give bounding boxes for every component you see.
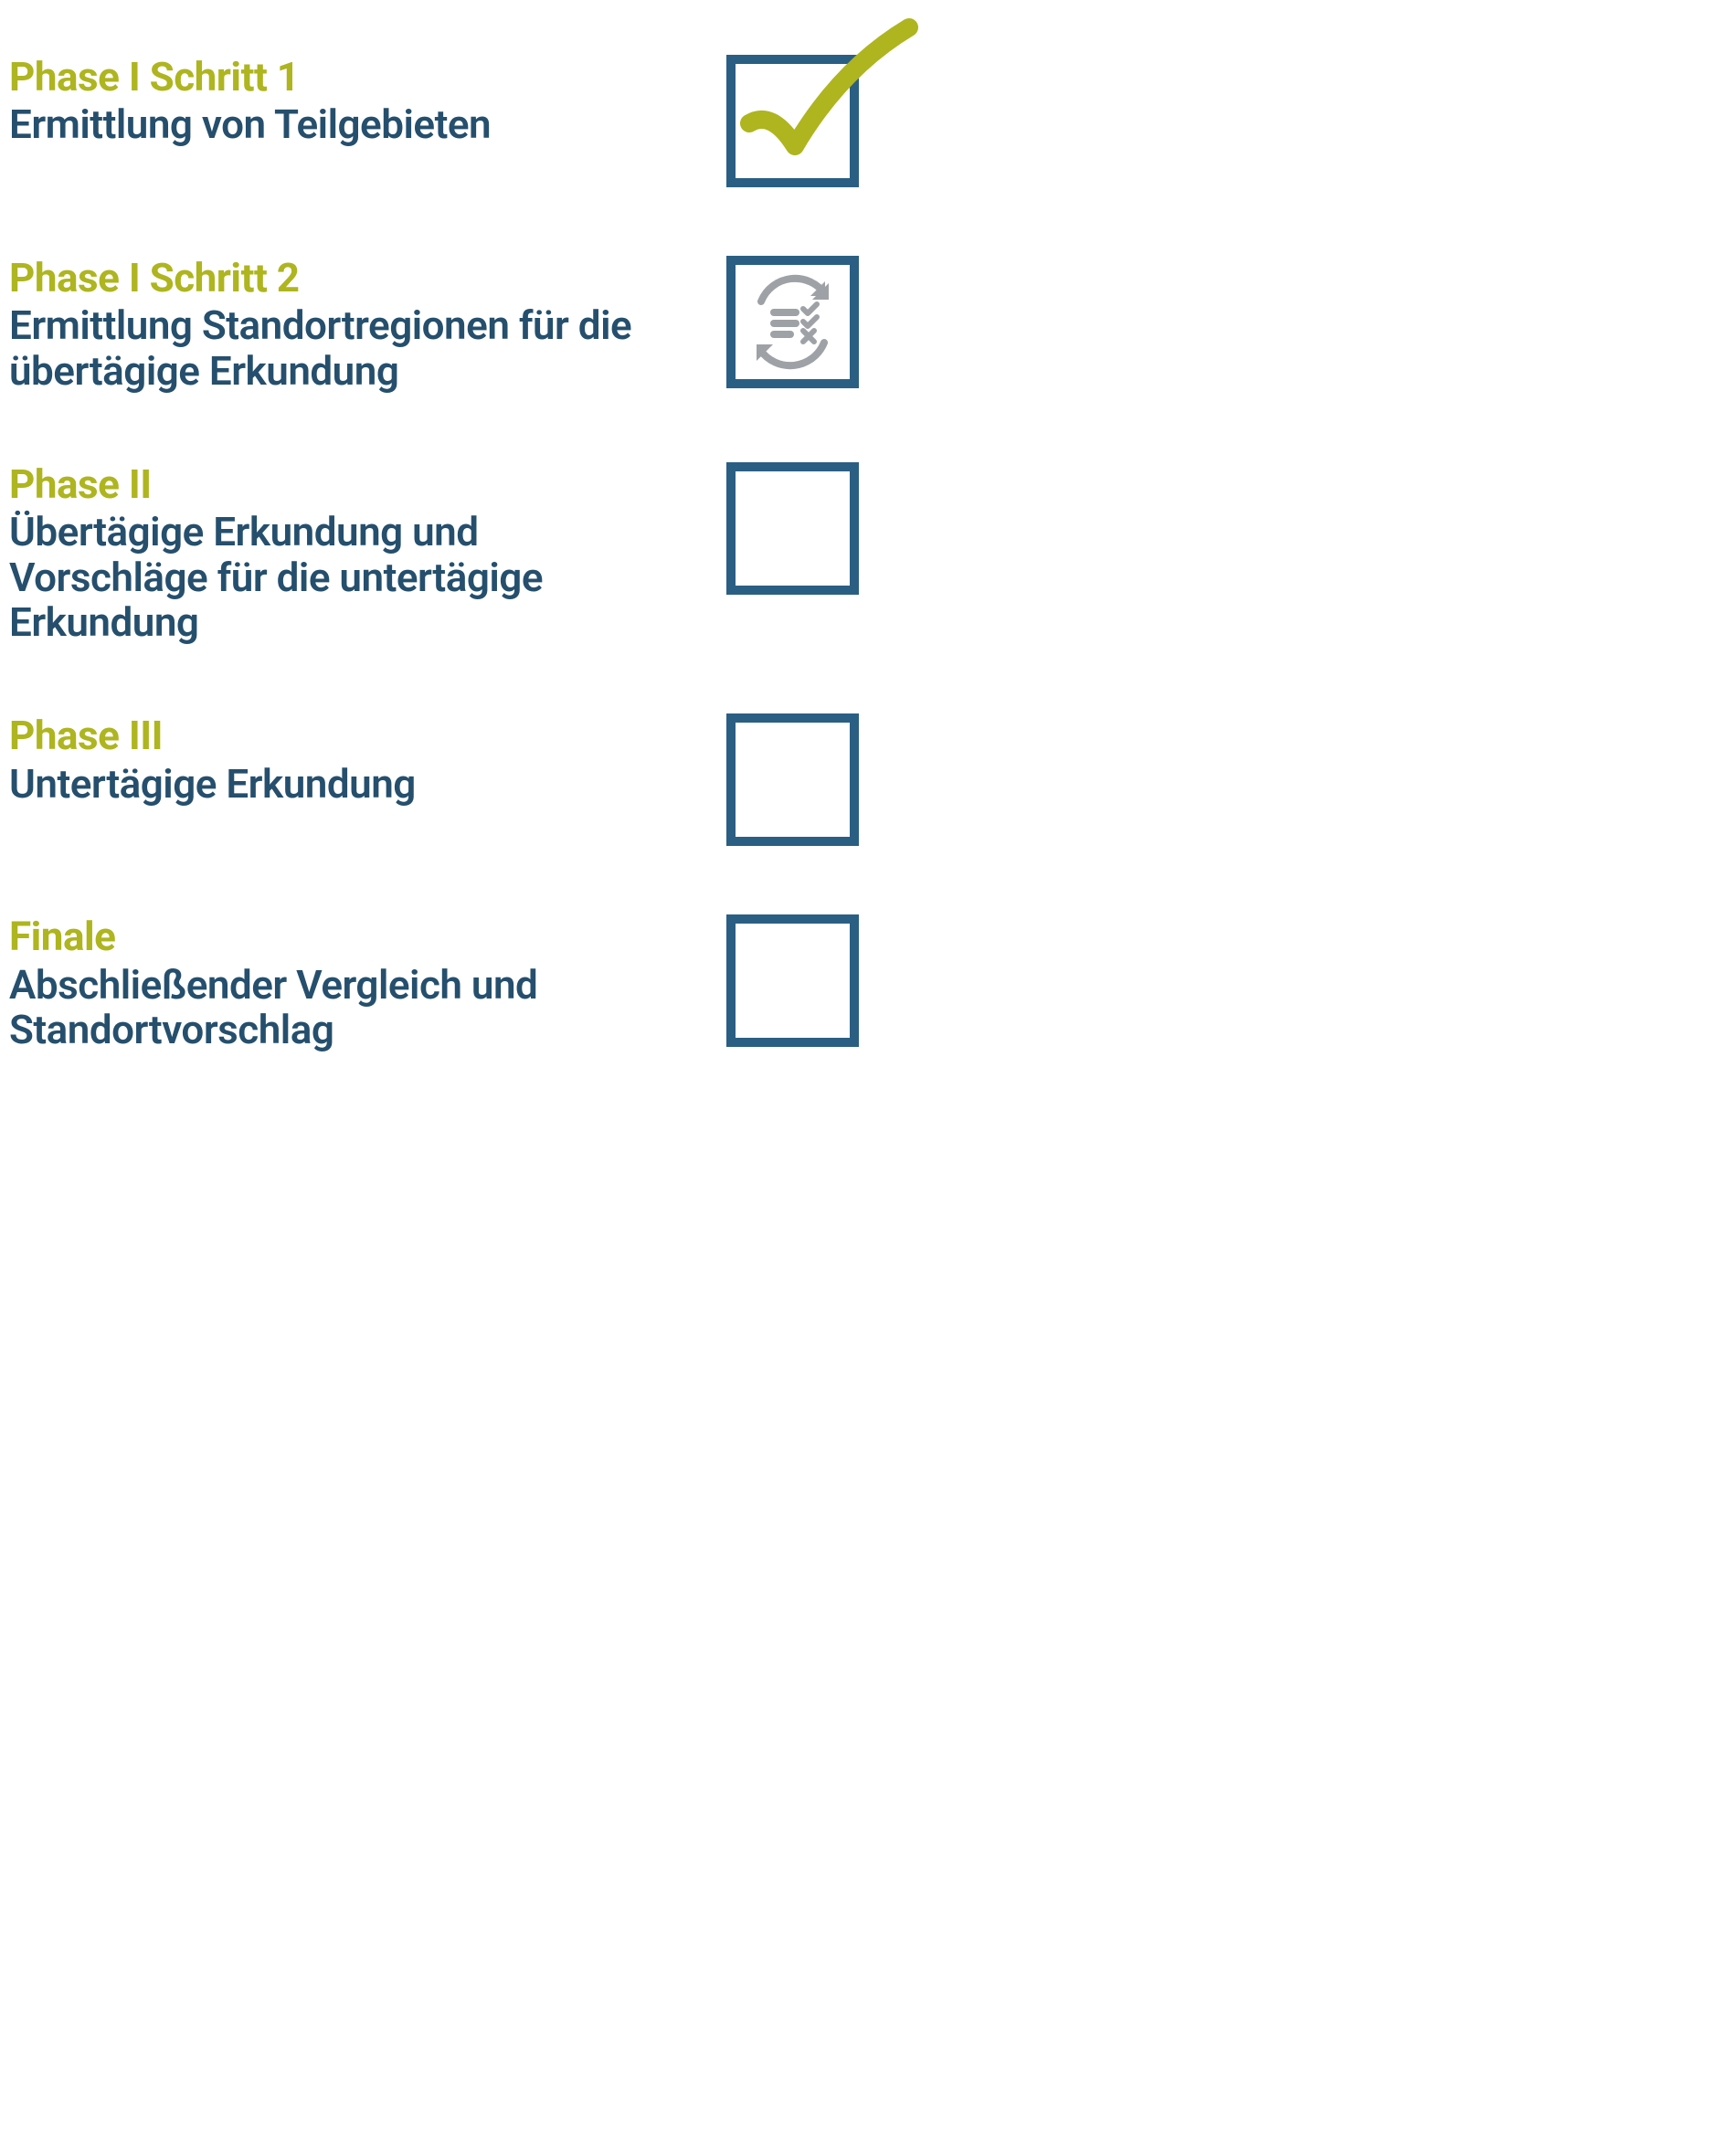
phase-description: Abschließender Vergleich und Standortvor…	[9, 963, 658, 1053]
checkbox-done	[726, 55, 859, 187]
phase-row: Phase III Untertägige Erkundung	[9, 713, 859, 846]
checkbox-cell	[676, 914, 859, 1047]
checkbox-cell	[676, 462, 859, 595]
in-progress-icon	[745, 274, 841, 370]
phase-description: Übertägige Erkundung und Vorschläge für …	[9, 510, 658, 645]
checkbox-empty	[726, 713, 859, 846]
phase-row: Phase I Schritt 1 Ermittlung von Teilgeb…	[9, 55, 859, 187]
checkbox-in-progress	[726, 256, 859, 388]
checkbox-empty	[726, 914, 859, 1047]
phase-row: Finale Abschließender Vergleich und Stan…	[9, 914, 859, 1052]
phase-label: Phase III	[9, 713, 658, 757]
phase-row: Phase II Übertägige Erkundung und Vorsch…	[9, 462, 859, 645]
phase-label: Phase II	[9, 462, 658, 506]
phase-text: Finale Abschließender Vergleich und Stan…	[9, 914, 676, 1052]
phase-text: Phase III Untertägige Erkundung	[9, 713, 676, 807]
phase-description: Untertägige Erkundung	[9, 762, 658, 807]
phase-text: Phase II Übertägige Erkundung und Vorsch…	[9, 462, 676, 645]
checkbox-empty	[726, 462, 859, 595]
phase-checklist: Phase I Schritt 1 Ermittlung von Teilgeb…	[0, 0, 868, 1107]
phase-label: Phase I Schritt 2	[9, 256, 658, 300]
phase-row: Phase I Schritt 2 Ermittlung Standortreg…	[9, 256, 859, 394]
phase-description: Ermittlung von Teilgebieten	[9, 102, 658, 147]
phase-text: Phase I Schritt 1 Ermittlung von Teilgeb…	[9, 55, 676, 148]
phase-label: Finale	[9, 914, 658, 958]
phase-text: Phase I Schritt 2 Ermittlung Standortreg…	[9, 256, 676, 394]
checkbox-cell	[676, 55, 859, 187]
checkbox-cell	[676, 256, 859, 388]
phase-label: Phase I Schritt 1	[9, 55, 658, 99]
phase-description: Ermittlung Standortregionen für die über…	[9, 303, 658, 394]
checkmark-icon	[731, 14, 923, 196]
checkbox-cell	[676, 713, 859, 846]
